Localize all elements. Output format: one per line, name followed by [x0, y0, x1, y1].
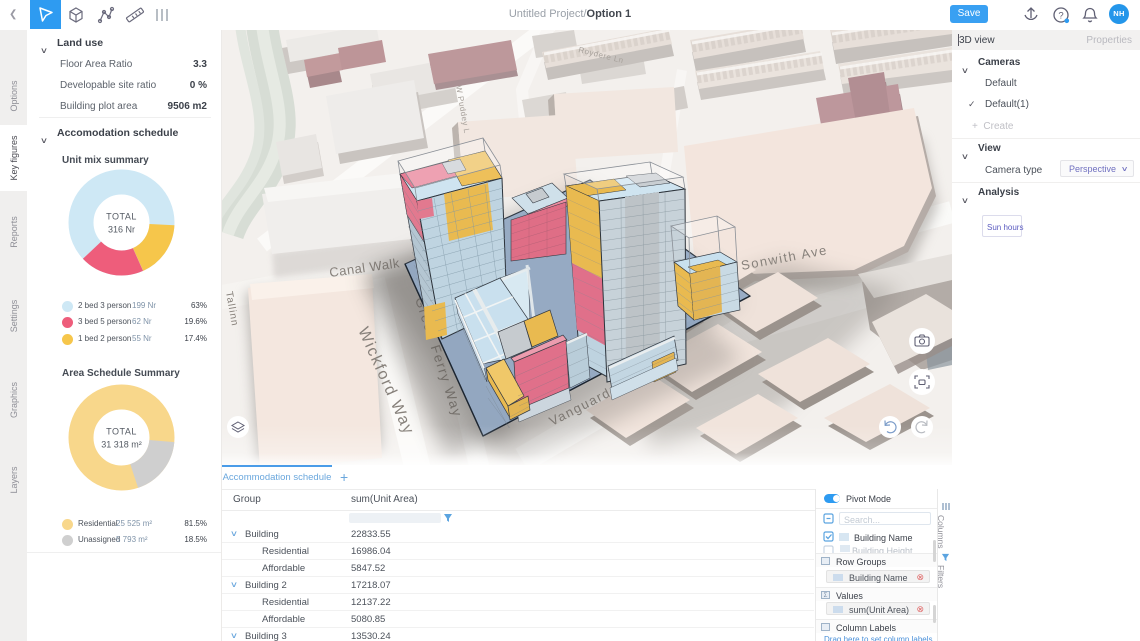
- svg-text:?: ?: [1058, 10, 1063, 21]
- svg-text:TOTAL: TOTAL: [106, 427, 137, 437]
- svg-text:31 318 m²: 31 318 m²: [101, 440, 142, 450]
- svg-text:316 Nr: 316 Nr: [108, 225, 135, 235]
- svg-text:TOTAL: TOTAL: [106, 212, 137, 222]
